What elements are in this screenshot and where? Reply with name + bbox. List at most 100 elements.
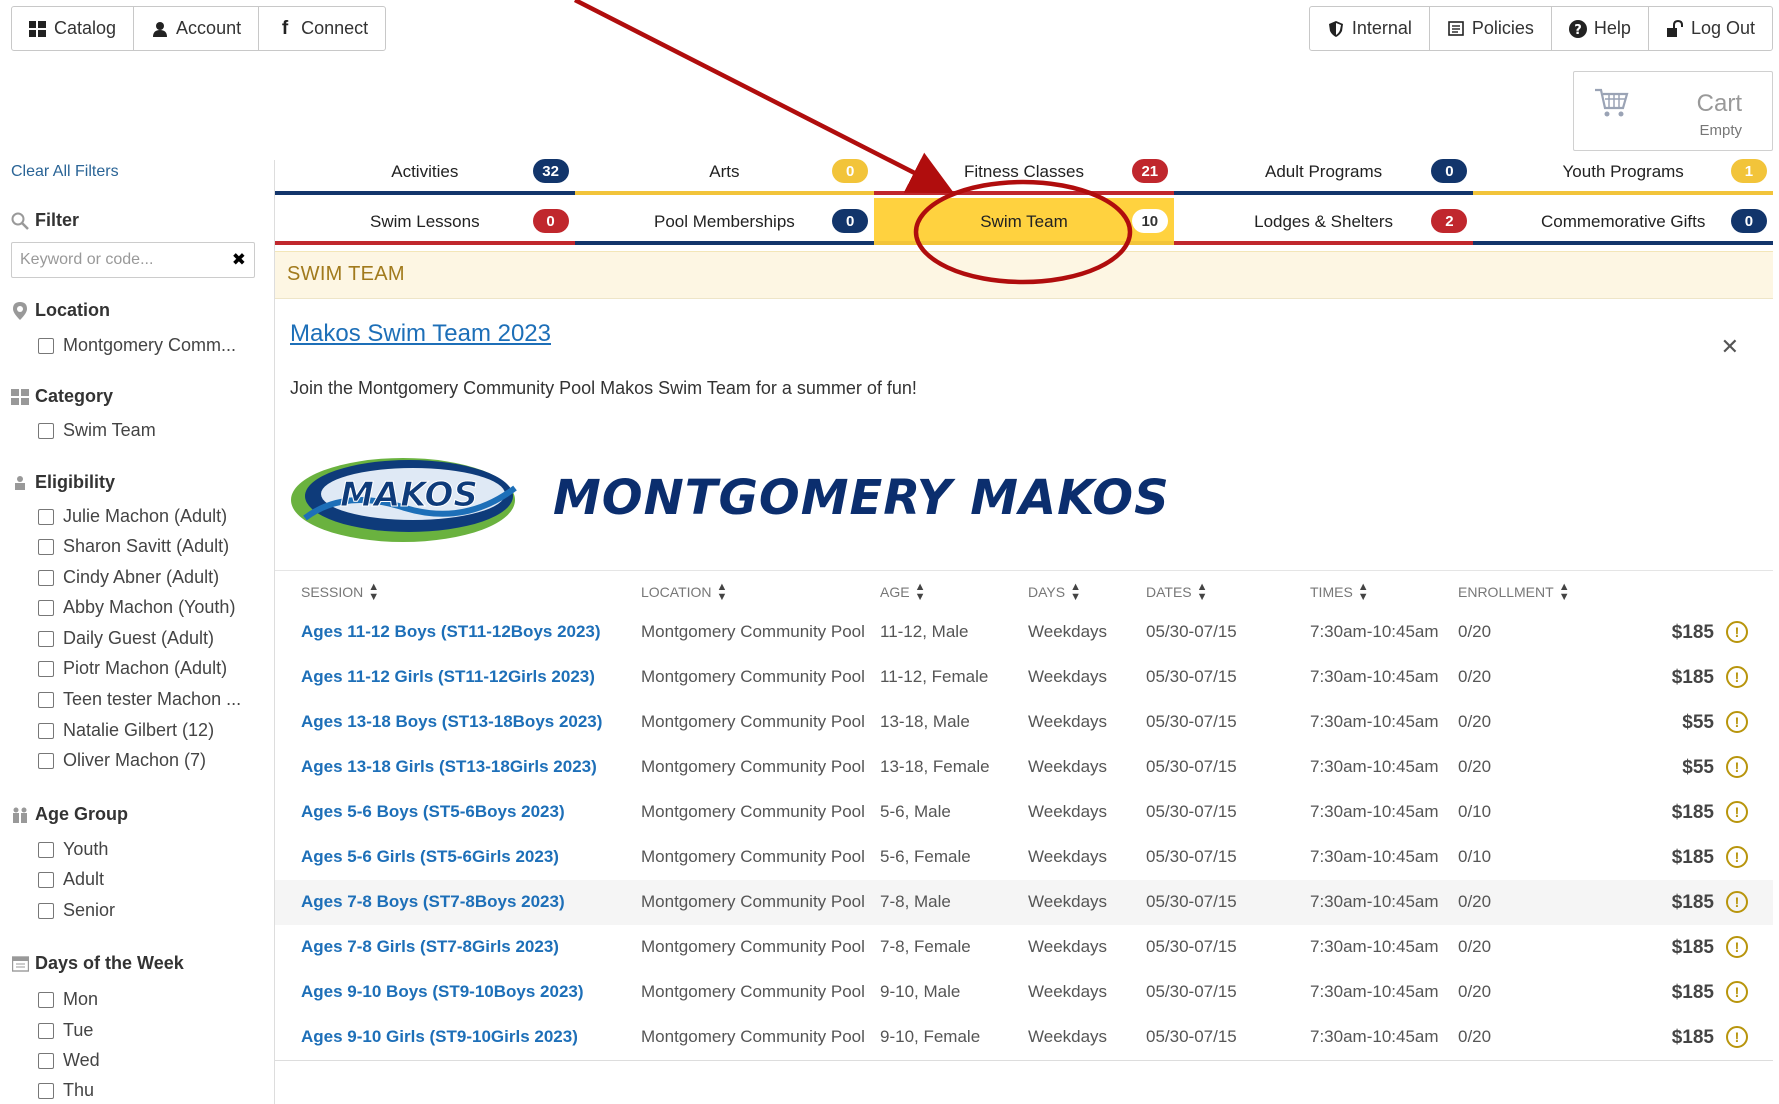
column-header-days[interactable]: DAYS ▲ ▼	[1028, 582, 1081, 603]
tab-arts[interactable]: Arts 0	[574, 148, 875, 195]
eligibility-option[interactable]: Julie Machon (Adult)	[38, 506, 258, 527]
day-option[interactable]: Tue	[38, 1020, 258, 1041]
checkbox[interactable]	[38, 1082, 54, 1099]
category-option[interactable]: Swim Team	[38, 420, 258, 441]
program-title-link[interactable]: Makos Swim Team 2023	[290, 320, 551, 348]
location-option[interactable]: Montgomery Comm...	[38, 335, 258, 356]
table-row[interactable]: Ages 11-12 Boys (ST11-12Boys 2023) Montgo…	[275, 610, 1773, 655]
tab-swim-lessons[interactable]: Swim Lessons 0	[275, 198, 575, 245]
age-group-option[interactable]: Youth	[38, 839, 258, 860]
column-label: DATES	[1146, 584, 1192, 600]
dates-cell: 05/30-07/15	[1146, 802, 1237, 821]
info-icon[interactable]: !	[1726, 801, 1748, 823]
info-icon[interactable]: !	[1726, 621, 1748, 643]
checkbox[interactable]	[38, 599, 54, 616]
session-link[interactable]: Ages 13-18 Boys (ST13-18Boys 2023)	[301, 712, 602, 732]
tab-fitness-classes[interactable]: Fitness Classes 21	[874, 148, 1174, 195]
account-button[interactable]: Account	[134, 7, 260, 50]
session-link[interactable]: Ages 5-6 Girls (ST5-6Girls 2023)	[301, 847, 559, 867]
policies-button[interactable]: Policies	[1430, 7, 1552, 50]
eligibility-option[interactable]: Piotr Machon (Adult)	[38, 658, 258, 679]
eligibility-option[interactable]: Sharon Savitt (Adult)	[38, 536, 258, 557]
checkbox[interactable]	[38, 630, 54, 647]
table-row[interactable]: Ages 13-18 Boys (ST13-18Boys 2023) Montgo…	[275, 700, 1773, 745]
column-header-age[interactable]: AGE ▲ ▼	[880, 582, 925, 603]
age-group-option[interactable]: Adult	[38, 869, 258, 890]
table-row[interactable]: Ages 5-6 Girls (ST5-6Girls 2023) Montgome…	[275, 835, 1773, 880]
eligibility-option[interactable]: Natalie Gilbert (12)	[38, 720, 258, 741]
age-group-option[interactable]: Senior	[38, 900, 258, 921]
checkbox[interactable]	[38, 337, 54, 354]
checkbox[interactable]	[38, 871, 54, 888]
tab-youth-programs[interactable]: Youth Programs 1	[1473, 148, 1773, 195]
table-row[interactable]: Ages 11-12 Girls (ST11-12Girls 2023) Mont…	[275, 655, 1773, 700]
checkbox[interactable]	[38, 1052, 54, 1069]
day-option[interactable]: Thu	[38, 1080, 258, 1101]
column-header-location[interactable]: LOCATION ▲ ▼	[641, 582, 727, 603]
tab-activities[interactable]: Activities 32	[275, 148, 575, 195]
clear-keyword-icon[interactable]: ✖	[232, 250, 246, 270]
catalog-button[interactable]: Catalog	[12, 7, 135, 50]
logout-button[interactable]: Log Out	[1649, 7, 1772, 50]
tab-lodges-shelters[interactable]: Lodges & Shelters 2	[1173, 198, 1474, 245]
connect-button[interactable]: f Connect	[259, 7, 385, 50]
internal-button[interactable]: Internal	[1310, 7, 1430, 50]
checkbox[interactable]	[38, 902, 54, 919]
session-link[interactable]: Ages 11-12 Girls (ST11-12Girls 2023)	[301, 667, 595, 687]
close-icon[interactable]: ✕	[1721, 334, 1739, 360]
day-option[interactable]: Wed	[38, 1050, 258, 1071]
checkbox[interactable]	[38, 752, 54, 769]
checkbox[interactable]	[38, 538, 54, 555]
eligibility-option[interactable]: Daily Guest (Adult)	[38, 628, 258, 649]
table-row[interactable]: Ages 7-8 Boys (ST7-8Boys 2023) Montgomery…	[275, 880, 1773, 925]
info-icon[interactable]: !	[1726, 1026, 1748, 1048]
checkbox[interactable]	[38, 1022, 54, 1039]
table-row[interactable]: Ages 9-10 Boys (ST9-10Boys 2023) Montgome…	[275, 970, 1773, 1015]
info-icon[interactable]: !	[1726, 936, 1748, 958]
table-row[interactable]: Ages 5-6 Boys (ST5-6Boys 2023) Montgomery…	[275, 790, 1773, 835]
checkbox[interactable]	[38, 422, 54, 439]
column-header-dates[interactable]: DATES ▲ ▼	[1146, 582, 1208, 603]
column-header-session[interactable]: SESSION ▲ ▼	[301, 582, 379, 603]
session-link[interactable]: Ages 9-10 Girls (ST9-10Girls 2023)	[301, 1027, 578, 1047]
option-label: Julie Machon (Adult)	[63, 506, 228, 526]
table-row[interactable]: Ages 9-10 Girls (ST9-10Girls 2023) Montgo…	[275, 1015, 1773, 1060]
column-header-times[interactable]: TIMES ▲ ▼	[1310, 582, 1369, 603]
checkbox[interactable]	[38, 722, 54, 739]
checkbox[interactable]	[38, 508, 54, 525]
eligibility-option[interactable]: Oliver Machon (7)	[38, 750, 258, 771]
checkbox[interactable]	[38, 691, 54, 708]
help-button[interactable]: ? Help	[1552, 7, 1649, 50]
option-label: Teen tester Machon ...	[63, 689, 242, 709]
clear-all-filters-link[interactable]: Clear All Filters	[11, 163, 119, 181]
eligibility-option[interactable]: Cindy Abner (Adult)	[38, 567, 258, 588]
checkbox[interactable]	[38, 841, 54, 858]
column-header-enrollment[interactable]: ENROLLMENT ▲ ▼	[1458, 582, 1570, 603]
session-link[interactable]: Ages 11-12 Boys (ST11-12Boys 2023)	[301, 622, 601, 642]
info-icon[interactable]: !	[1726, 891, 1748, 913]
checkbox[interactable]	[38, 660, 54, 677]
session-link[interactable]: Ages 7-8 Girls (ST7-8Girls 2023)	[301, 937, 559, 957]
cart-widget[interactable]: Cart Empty	[1573, 71, 1773, 151]
tab-swim-team[interactable]: Swim Team 10	[874, 198, 1174, 245]
info-icon[interactable]: !	[1726, 756, 1748, 778]
eligibility-option[interactable]: Teen tester Machon ...	[38, 689, 258, 710]
checkbox[interactable]	[38, 569, 54, 586]
info-icon[interactable]: !	[1726, 846, 1748, 868]
tab-adult-programs[interactable]: Adult Programs 0	[1173, 148, 1474, 195]
session-link[interactable]: Ages 5-6 Boys (ST5-6Boys 2023)	[301, 802, 565, 822]
info-icon[interactable]: !	[1726, 981, 1748, 1003]
session-link[interactable]: Ages 7-8 Boys (ST7-8Boys 2023)	[301, 892, 565, 912]
table-row[interactable]: Ages 13-18 Girls (ST13-18Girls 2023) Mont…	[275, 745, 1773, 790]
table-row[interactable]: Ages 7-8 Girls (ST7-8Girls 2023) Montgome…	[275, 925, 1773, 970]
session-link[interactable]: Ages 9-10 Boys (ST9-10Boys 2023)	[301, 982, 584, 1002]
day-option[interactable]: Mon	[38, 989, 258, 1010]
info-icon[interactable]: !	[1726, 711, 1748, 733]
tab-pool-memberships[interactable]: Pool Memberships 0	[574, 198, 875, 245]
info-icon[interactable]: !	[1726, 666, 1748, 688]
checkbox[interactable]	[38, 991, 54, 1008]
session-link[interactable]: Ages 13-18 Girls (ST13-18Girls 2023)	[301, 757, 597, 777]
tab-commemorative-gifts[interactable]: Commemorative Gifts 0	[1473, 198, 1773, 245]
keyword-input[interactable]	[12, 243, 212, 277]
eligibility-option[interactable]: Abby Machon (Youth)	[38, 597, 258, 618]
